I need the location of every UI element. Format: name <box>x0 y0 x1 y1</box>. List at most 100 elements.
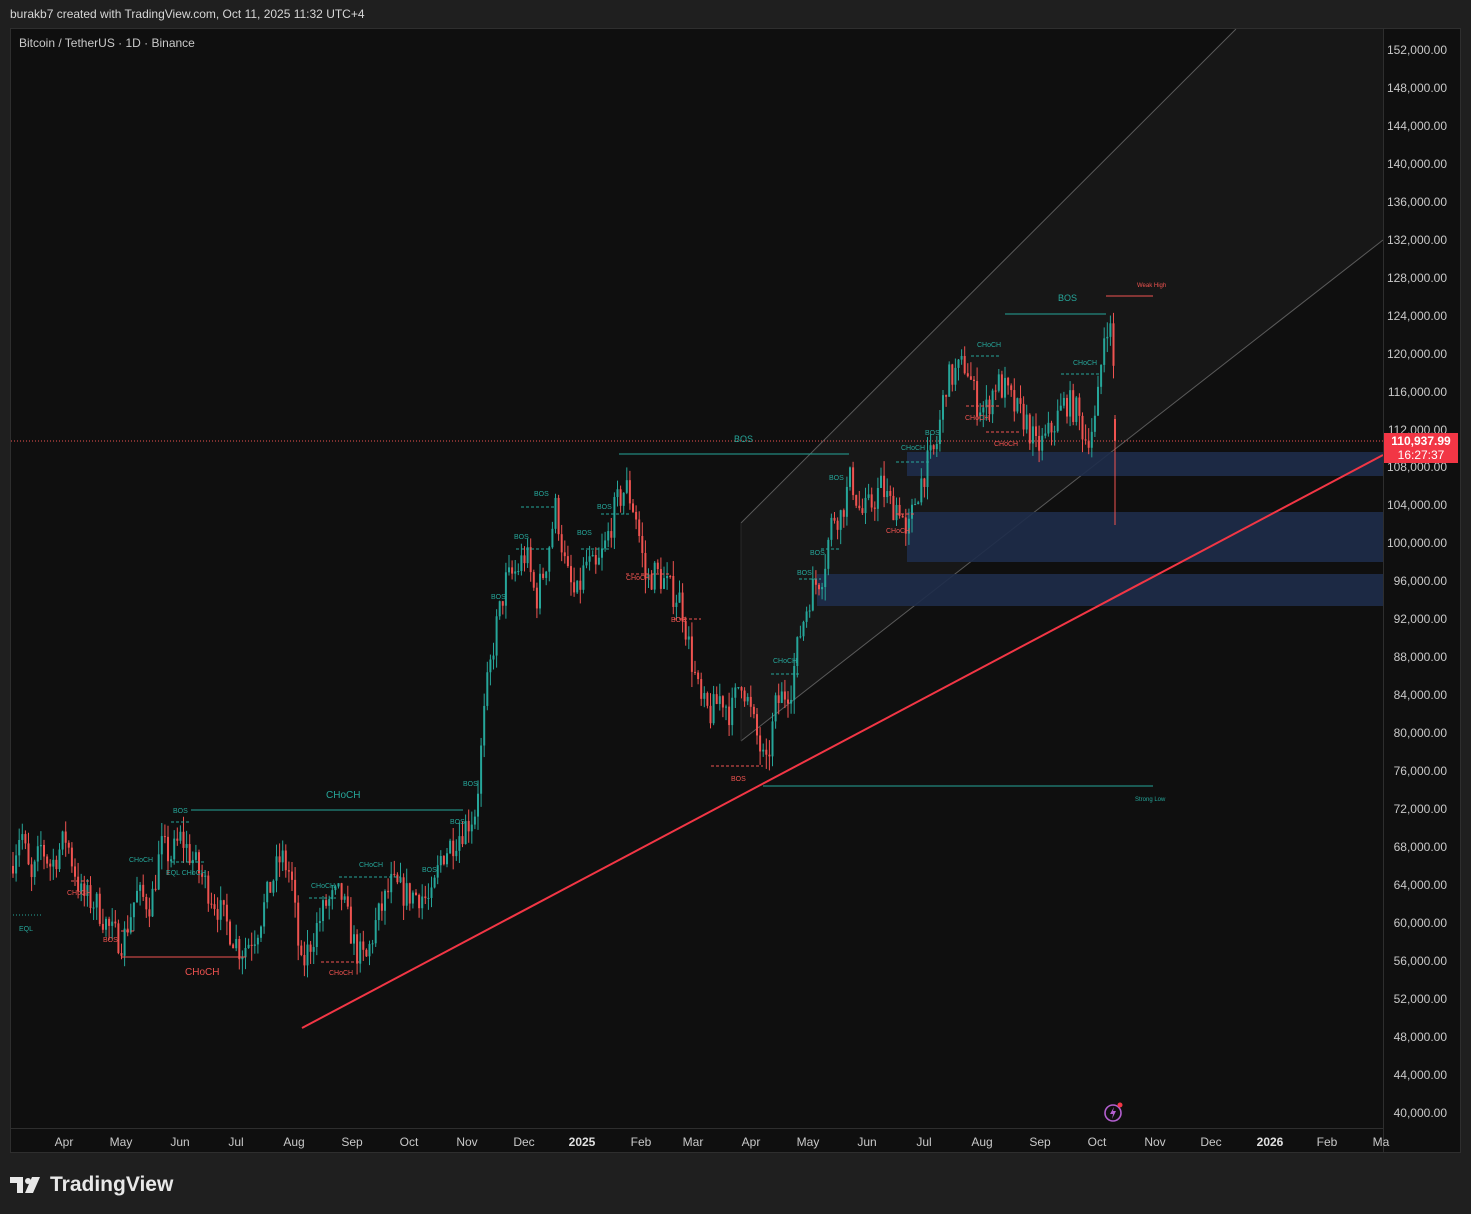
tradingview-logo-icon <box>10 1177 40 1193</box>
candle-body <box>1114 419 1116 441</box>
candle-body <box>1069 390 1072 417</box>
candle-body <box>523 555 526 564</box>
candle-body <box>229 921 231 945</box>
candle-body <box>43 844 45 857</box>
candle-body <box>247 944 250 948</box>
candle-body <box>238 939 241 960</box>
candle-body <box>594 554 597 565</box>
candle-body <box>582 565 585 590</box>
candle-body <box>945 395 948 397</box>
candle-body <box>489 659 492 673</box>
candle-body <box>232 944 235 949</box>
candle-body <box>625 480 628 493</box>
candle-body <box>728 706 731 726</box>
candle-body <box>418 894 421 909</box>
candle-body <box>718 696 721 704</box>
structure-label: Strong Low <box>1135 797 1166 803</box>
candle-body <box>278 856 281 863</box>
symbol-title[interactable]: Bitcoin / TetherUS · 1D · Binance <box>19 36 195 50</box>
candle-body <box>1019 398 1022 404</box>
candle-body <box>520 555 523 571</box>
candle-body <box>811 578 814 611</box>
price-tick-label: 100,000.00 <box>1386 536 1447 551</box>
candle-body <box>570 566 572 583</box>
tradingview-logo[interactable]: TradingView <box>10 1170 173 1200</box>
price-plot[interactable]: CHoCH CHoCH BOS BOS Weak High Strong Low EQL EQ… <box>11 29 1383 1128</box>
candle-body <box>628 480 631 504</box>
candle-body <box>768 754 771 757</box>
candle-body <box>297 902 300 946</box>
candle-body <box>346 896 349 907</box>
time-tick-label: Jul <box>228 1135 244 1149</box>
candle-body <box>415 892 417 895</box>
candle-body <box>951 364 954 385</box>
candle-body <box>263 902 266 927</box>
candle-body <box>1062 397 1065 406</box>
candle-body <box>638 519 641 537</box>
candle-body <box>105 918 107 930</box>
candle-body <box>1078 397 1081 416</box>
structure-label: CHoCH <box>185 967 219 978</box>
candle-body <box>749 696 752 707</box>
candle-body <box>790 699 793 704</box>
candle-body <box>1056 410 1059 432</box>
candle-body <box>659 569 662 589</box>
candle-body <box>272 880 275 893</box>
candle-body <box>880 475 882 488</box>
candle-body <box>607 531 610 541</box>
candle-body <box>371 943 374 945</box>
price-tick-label: 84,000.00 <box>1393 688 1447 703</box>
candle-body <box>393 873 396 875</box>
chart-pane[interactable]: CHoCH CHoCH BOS BOS Weak High Strong Low EQL EQ… <box>10 28 1461 1153</box>
candle-body <box>1059 405 1062 411</box>
time-tick-label: Feb <box>1316 1135 1338 1149</box>
time-axis[interactable]: Apr May Jun Jul Aug Sep Oct Nov Dec 2025 Feb Mar Apr… <box>11 1128 1389 1152</box>
candle-body <box>1093 415 1096 432</box>
candle-body <box>892 495 895 521</box>
candle-body <box>756 714 758 736</box>
candle-body <box>976 381 979 417</box>
candle-body <box>622 492 625 506</box>
time-tick-label: Sep <box>341 1135 363 1149</box>
structure-label: CHoCH <box>977 342 1001 349</box>
candle-body <box>39 844 42 847</box>
lightning-icon[interactable] <box>1103 1101 1125 1123</box>
candle-body <box>535 587 538 609</box>
price-tick-label: 68,000.00 <box>1393 839 1447 854</box>
candle-body <box>405 883 408 906</box>
candle-body <box>1004 377 1006 398</box>
candle-body <box>545 571 548 578</box>
candle-body <box>827 539 830 569</box>
candle-body <box>740 687 743 691</box>
price-axis[interactable]: 152,000.00 148,000.00 144,000.00 140,000.00… <box>1383 29 1460 1152</box>
candle-body <box>67 842 70 848</box>
candle-body <box>697 672 700 680</box>
candle-body <box>12 865 14 874</box>
candle-body <box>1109 323 1112 337</box>
price-tick-label: 52,000.00 <box>1393 991 1447 1006</box>
candle-body <box>703 693 706 699</box>
candle-body <box>408 883 411 904</box>
candle-body <box>306 944 309 966</box>
candle-body <box>1016 398 1019 412</box>
candle-body <box>98 893 101 924</box>
candle-body <box>356 934 359 964</box>
candle-body <box>495 616 498 656</box>
candle-body <box>678 592 681 603</box>
candle-body <box>960 356 963 360</box>
candle-body <box>464 820 467 845</box>
candle-body <box>18 839 21 856</box>
candle-body <box>222 900 225 905</box>
candle-body <box>886 491 889 498</box>
candle-body <box>309 944 312 952</box>
candle-body <box>1041 435 1044 451</box>
demand-zone <box>907 452 1383 476</box>
candle-body <box>343 896 346 900</box>
candle-body <box>287 870 290 872</box>
structure-label: BOS <box>829 475 844 482</box>
candle-body <box>597 557 600 565</box>
time-tick-label: Jun <box>170 1135 190 1149</box>
price-tick-label: 124,000.00 <box>1386 308 1447 323</box>
candle-body <box>402 877 405 906</box>
time-tick-label: Jun <box>857 1135 877 1149</box>
